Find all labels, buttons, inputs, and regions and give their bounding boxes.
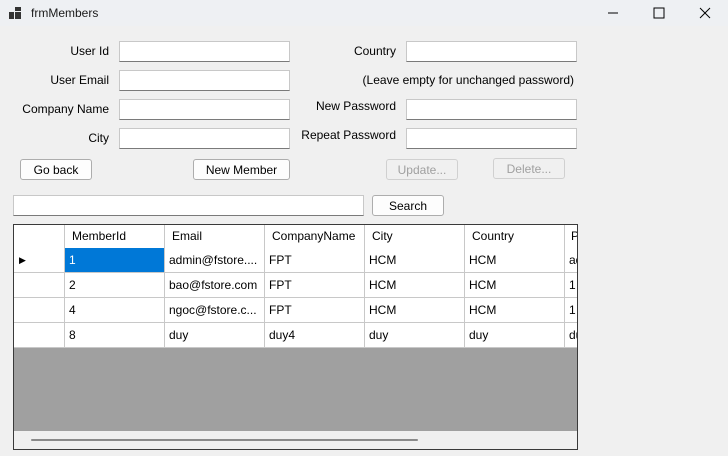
column-header-memberid[interactable]: MemberId <box>65 225 165 248</box>
go-back-button[interactable]: Go back <box>20 159 92 180</box>
members-grid[interactable]: MemberId Email CompanyName City Country … <box>13 224 578 450</box>
table-cell[interactable]: HCM <box>465 248 565 273</box>
country-input[interactable] <box>406 41 577 62</box>
row-pointer-icon: ▶ <box>19 255 26 265</box>
table-cell[interactable]: admin@fstore.... <box>165 248 265 273</box>
table-cell[interactable]: 2 <box>65 273 165 298</box>
table-cell[interactable]: 1 <box>565 298 577 323</box>
table-cell[interactable]: 1 <box>65 248 165 273</box>
column-header-password[interactable]: P <box>565 225 577 248</box>
search-button[interactable]: Search <box>372 195 444 216</box>
row-header[interactable] <box>14 298 65 323</box>
grid-corner-header[interactable] <box>14 225 65 248</box>
new-password-input[interactable] <box>406 99 577 120</box>
app-icon <box>9 7 21 19</box>
table-cell[interactable]: du <box>565 323 577 348</box>
column-header-email[interactable]: Email <box>165 225 265 248</box>
user-email-label: User Email <box>50 73 109 87</box>
search-input[interactable] <box>13 195 364 216</box>
table-cell[interactable]: duy <box>165 323 265 348</box>
table-cell[interactable]: duy <box>465 323 565 348</box>
window-title: frmMembers <box>31 6 99 20</box>
company-name-label: Company Name <box>22 102 109 116</box>
column-header-city[interactable]: City <box>365 225 465 248</box>
table-cell[interactable]: 1 <box>565 273 577 298</box>
table-cell[interactable]: duy <box>365 323 465 348</box>
new-member-button[interactable]: New Member <box>193 159 290 180</box>
table-cell[interactable]: HCM <box>365 273 465 298</box>
row-header[interactable]: ▶ <box>14 248 65 273</box>
close-icon <box>699 7 711 19</box>
minimize-icon <box>608 12 618 14</box>
minimize-button[interactable] <box>590 0 636 26</box>
column-header-country[interactable]: Country <box>465 225 565 248</box>
table-cell[interactable]: HCM <box>465 273 565 298</box>
grid-header: MemberId Email CompanyName City Country … <box>14 225 577 249</box>
table-cell[interactable]: ngoc@fstore.c... <box>165 298 265 323</box>
table-cell[interactable]: HCM <box>365 248 465 273</box>
table-cell[interactable]: FPT <box>265 273 365 298</box>
horizontal-scrollbar[interactable] <box>14 431 577 449</box>
new-password-label: New Password <box>315 99 396 113</box>
table-cell[interactable]: duy4 <box>265 323 365 348</box>
close-button[interactable] <box>682 0 728 26</box>
company-name-input[interactable] <box>119 99 290 120</box>
password-hint: (Leave empty for unchanged password) <box>362 73 574 87</box>
country-label: Country <box>353 44 396 58</box>
repeat-password-input[interactable] <box>406 128 577 149</box>
table-cell[interactable]: FPT <box>265 298 365 323</box>
table-cell[interactable]: FPT <box>265 248 365 273</box>
city-label: City <box>88 131 109 145</box>
table-cell[interactable]: ad <box>565 248 577 273</box>
city-input[interactable] <box>119 128 290 149</box>
maximize-button[interactable] <box>636 0 682 26</box>
repeat-password-label: Repeat Password <box>301 128 396 142</box>
table-cell[interactable]: 4 <box>65 298 165 323</box>
table-cell[interactable]: 8 <box>65 323 165 348</box>
user-email-input[interactable] <box>119 70 290 91</box>
update-button[interactable]: Update... <box>386 159 458 180</box>
maximize-icon <box>653 7 665 19</box>
user-id-input[interactable] <box>119 41 290 62</box>
title-bar[interactable]: frmMembers <box>0 0 728 26</box>
table-cell[interactable]: HCM <box>365 298 465 323</box>
row-header[interactable] <box>14 323 65 348</box>
table-cell[interactable]: HCM <box>465 298 565 323</box>
table-cell[interactable]: bao@fstore.com <box>165 273 265 298</box>
scrollbar-thumb[interactable] <box>31 439 418 441</box>
delete-button[interactable]: Delete... <box>493 158 565 179</box>
user-id-label: User Id <box>70 44 109 58</box>
column-header-companyname[interactable]: CompanyName <box>265 225 365 248</box>
row-header[interactable] <box>14 273 65 298</box>
